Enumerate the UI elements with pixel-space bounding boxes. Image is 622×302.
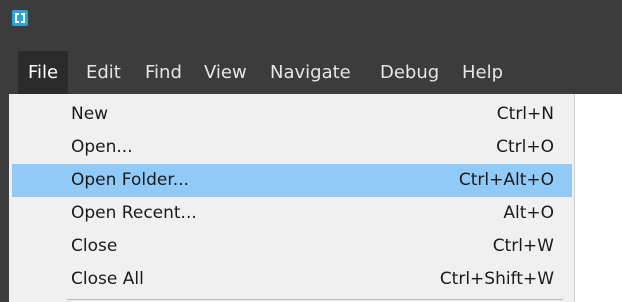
file-menu-item-label: Close All <box>71 269 144 289</box>
menu-view[interactable]: View <box>204 51 247 94</box>
file-menu-item-shortcut: Ctrl+O <box>496 137 554 157</box>
file-menu-item-open[interactable]: Open... Ctrl+O <box>12 131 572 164</box>
file-menu-item-label: Open Recent... <box>71 203 197 223</box>
menu-file[interactable]: File <box>18 51 69 94</box>
menu-help-label: Help <box>462 62 504 83</box>
file-menu-item-shortcut: Ctrl+Alt+O <box>458 170 554 190</box>
menu-edit[interactable]: Edit <box>86 51 121 94</box>
editor-background <box>575 94 622 302</box>
file-menu-item-label: New <box>71 104 109 124</box>
menu-navigate-label: Navigate <box>270 62 351 83</box>
file-menu-item-label: Open Folder... <box>71 170 189 190</box>
file-menu-item-open-recent[interactable]: Open Recent... Alt+O <box>12 197 572 230</box>
menu-navigate[interactable]: Navigate <box>270 51 351 94</box>
menu-help[interactable]: Help <box>462 51 503 94</box>
menu-debug-label: Debug <box>380 62 440 83</box>
file-menu-item-shortcut: Alt+O <box>503 203 554 223</box>
file-menu-item-close-all[interactable]: Close All Ctrl+Shift+W <box>12 263 572 296</box>
file-menu-item-shortcut: Ctrl+Shift+W <box>439 269 554 289</box>
menu-find[interactable]: Find <box>145 51 182 94</box>
title-bar <box>0 0 622 51</box>
file-menu-item-close[interactable]: Close Ctrl+W <box>12 230 572 263</box>
menu-view-label: View <box>204 62 247 83</box>
file-menu-item-open-folder[interactable]: Open Folder... Ctrl+Alt+O <box>12 164 572 197</box>
file-menu-item-shortcut: Ctrl+W <box>492 236 554 256</box>
file-menu-item-label: Open... <box>71 137 133 157</box>
brackets-app-icon[interactable] <box>12 10 28 26</box>
menu-file-label: File <box>28 62 59 83</box>
file-menu-dropdown: New Ctrl+N Open... Ctrl+O Open Folder...… <box>9 94 575 302</box>
window-chrome-left <box>0 94 9 302</box>
menu-bar: File Edit Find View Navigate Debug Help <box>0 51 622 94</box>
menu-find-label: Find <box>145 62 182 83</box>
file-menu-item-label: Close <box>71 236 118 256</box>
menu-separator <box>67 299 563 300</box>
file-menu-item-new[interactable]: New Ctrl+N <box>12 98 572 131</box>
file-menu-item-shortcut: Ctrl+N <box>496 104 554 124</box>
menu-debug[interactable]: Debug <box>380 51 439 94</box>
menu-edit-label: Edit <box>86 62 121 83</box>
